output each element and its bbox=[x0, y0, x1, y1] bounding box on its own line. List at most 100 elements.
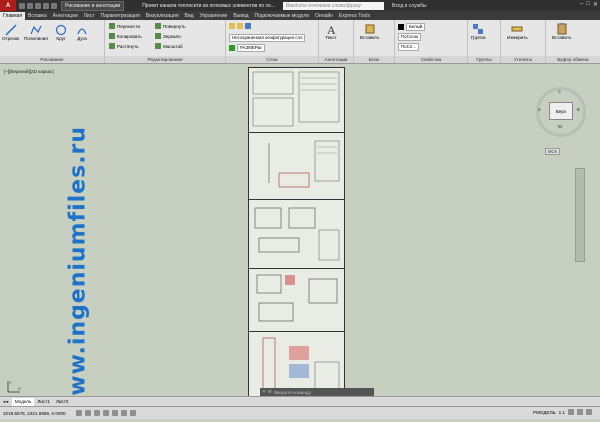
undo-icon[interactable] bbox=[43, 2, 49, 9]
sheet-1-contents bbox=[252, 71, 340, 127]
tab-layout[interactable]: Лист bbox=[81, 12, 98, 20]
annotation-scale[interactable]: 1:1 bbox=[559, 410, 565, 415]
layout-nav-arrows[interactable]: ◂ ▸ bbox=[0, 398, 12, 406]
lineweight-toggle-icon[interactable] bbox=[129, 410, 136, 416]
rotate-tool[interactable]: Повернуть bbox=[155, 23, 186, 29]
save-icon[interactable] bbox=[35, 2, 41, 9]
line-label: Отрезок bbox=[2, 36, 20, 41]
scale-tool[interactable]: Масштаб bbox=[155, 43, 183, 49]
watermark-text: www.ingeniumfiles.ru bbox=[65, 125, 91, 418]
tab-output[interactable]: Вывод bbox=[230, 12, 251, 20]
tab-annotate[interactable]: Аннотации bbox=[50, 12, 81, 20]
linetype-dropdown[interactable]: ПоСлою bbox=[398, 33, 422, 41]
search-input[interactable]: Введите ключевое слово/фразу bbox=[282, 1, 384, 10]
viewcube[interactable]: Верх С Ю З В bbox=[536, 87, 586, 137]
move-tool[interactable]: Перенести bbox=[109, 23, 140, 29]
application-menu-button[interactable]: A bbox=[0, 0, 16, 11]
close-icon[interactable]: ✕ bbox=[593, 1, 598, 8]
current-layer-dropdown[interactable]: РАЗМЕРЫ bbox=[229, 44, 265, 52]
drawing-viewport[interactable]: [–][Верхний][2D каркас] www.ingeniumfile… bbox=[0, 64, 600, 417]
layer-state-dropdown[interactable]: Несохраненная конфигурация сло bbox=[229, 34, 306, 42]
redo-icon[interactable] bbox=[51, 2, 57, 9]
polar-toggle-icon[interactable] bbox=[102, 410, 109, 416]
new-icon[interactable] bbox=[19, 2, 25, 9]
tab-online[interactable]: Онлайн bbox=[312, 12, 336, 20]
lineweight-dropdown[interactable]: ПоСл... bbox=[398, 43, 419, 51]
command-line[interactable]: ✕ ⚙ Введите команду bbox=[260, 388, 374, 396]
quick-access-toolbar bbox=[19, 2, 57, 9]
command-input[interactable]: Введите команду bbox=[274, 390, 311, 395]
otrack-toggle-icon[interactable] bbox=[120, 410, 127, 416]
compass-south[interactable]: Ю bbox=[558, 124, 562, 129]
mirror-tool[interactable]: Зеркало bbox=[155, 33, 181, 39]
annotation-panel-title[interactable]: Аннотации bbox=[319, 56, 353, 63]
clean-screen-icon[interactable] bbox=[586, 409, 592, 415]
tab-express-tools[interactable]: Express Tools bbox=[336, 12, 373, 20]
drafting-toggles bbox=[75, 410, 136, 416]
open-icon[interactable] bbox=[27, 2, 33, 9]
settings-icon[interactable]: ⚙ bbox=[268, 389, 272, 395]
polyline-tool[interactable]: Полилиния bbox=[24, 24, 48, 41]
close-icon[interactable]: ✕ bbox=[262, 389, 266, 395]
drawing-sheet[interactable] bbox=[248, 132, 345, 200]
lock-icon[interactable] bbox=[577, 409, 583, 415]
tab-model[interactable]: Модель bbox=[11, 397, 35, 406]
status-right: РМОДЕЛЬ 1:1 bbox=[533, 409, 592, 415]
layer-bulb-icon[interactable] bbox=[229, 23, 235, 29]
tab-render[interactable]: Визуализация bbox=[143, 12, 182, 20]
tab-sheet1[interactable]: Лист1 bbox=[34, 398, 53, 406]
grid-toggle-icon[interactable] bbox=[84, 410, 91, 416]
group-tool[interactable]: Группа bbox=[471, 23, 486, 40]
color-dropdown[interactable]: Белый bbox=[398, 23, 426, 31]
block-panel-title[interactable]: Блок bbox=[354, 56, 394, 63]
arc-tool[interactable]: Дуга bbox=[76, 24, 88, 41]
compass-west[interactable]: З bbox=[538, 107, 541, 112]
compass-north[interactable]: С bbox=[558, 89, 561, 94]
tab-insert[interactable]: Вставка bbox=[25, 12, 50, 20]
line-tool[interactable]: Отрезок bbox=[2, 24, 19, 41]
tab-plugins[interactable]: Подключаемые модули bbox=[252, 12, 312, 20]
draw-panel-title[interactable]: Рисование bbox=[0, 56, 104, 63]
insert-block-tool[interactable]: Вставить bbox=[360, 23, 379, 40]
text-tool[interactable]: A Текст bbox=[325, 23, 337, 40]
minimize-icon[interactable]: – bbox=[580, 1, 583, 8]
maximize-icon[interactable]: □ bbox=[586, 1, 590, 8]
paste-tool[interactable]: Вставить bbox=[552, 23, 571, 40]
measure-tool[interactable]: Измерить bbox=[507, 23, 528, 40]
tab-view[interactable]: Вид bbox=[182, 12, 197, 20]
drawing-sheet[interactable] bbox=[248, 67, 345, 133]
copy-tool[interactable]: Копировать bbox=[109, 33, 142, 39]
signin-button[interactable]: Вход в службы bbox=[392, 3, 427, 9]
properties-panel: Белый ПоСлою ПоСл... Свойства bbox=[395, 20, 468, 63]
layer-lock-icon[interactable] bbox=[245, 23, 251, 29]
utilities-panel-title[interactable]: Утилиты bbox=[501, 56, 545, 63]
workspace-switch-icon[interactable] bbox=[568, 409, 574, 415]
model-space-toggle[interactable]: РМОДЕЛЬ bbox=[533, 410, 556, 415]
measure-label: Измерить bbox=[507, 35, 528, 40]
osnap-toggle-icon[interactable] bbox=[111, 410, 118, 416]
properties-panel-title[interactable]: Свойства bbox=[395, 56, 467, 63]
layer-freeze-icon[interactable] bbox=[237, 23, 243, 29]
snap-toggle-icon[interactable] bbox=[75, 410, 82, 416]
tab-sheet2[interactable]: Лист2 bbox=[53, 398, 72, 406]
groups-panel-title[interactable]: Группы bbox=[468, 56, 500, 63]
drawing-sheet[interactable] bbox=[248, 199, 345, 269]
compass-east[interactable]: В bbox=[577, 107, 580, 112]
navigation-bar[interactable] bbox=[575, 168, 585, 262]
ucs-dropdown[interactable]: МСК bbox=[545, 148, 560, 155]
layers-panel-title[interactable]: Слои bbox=[226, 56, 318, 63]
modify-panel-title[interactable]: Редактирование bbox=[105, 56, 225, 63]
clipboard-panel-title[interactable]: Буфер обмена bbox=[546, 56, 600, 63]
tab-manage[interactable]: Управление bbox=[197, 12, 231, 20]
stretch-tool[interactable]: Растянуть bbox=[109, 43, 139, 49]
tab-home[interactable]: Главная bbox=[0, 12, 26, 20]
circle-tool[interactable]: Круг bbox=[55, 24, 67, 41]
coordinates-readout: 3219.5576, 2321.9869, 0.0000 bbox=[3, 410, 66, 416]
arc-icon bbox=[77, 28, 87, 35]
drawing-sheet[interactable] bbox=[248, 268, 345, 332]
ortho-toggle-icon[interactable] bbox=[93, 410, 100, 416]
viewport-controls-label[interactable]: [–][Верхний][2D каркас] bbox=[4, 69, 54, 74]
viewcube-top-face[interactable]: Верх bbox=[549, 102, 573, 120]
tab-parametric[interactable]: Параметризация bbox=[98, 12, 143, 20]
workspace-dropdown[interactable]: Рисование и аннотации bbox=[61, 0, 125, 11]
